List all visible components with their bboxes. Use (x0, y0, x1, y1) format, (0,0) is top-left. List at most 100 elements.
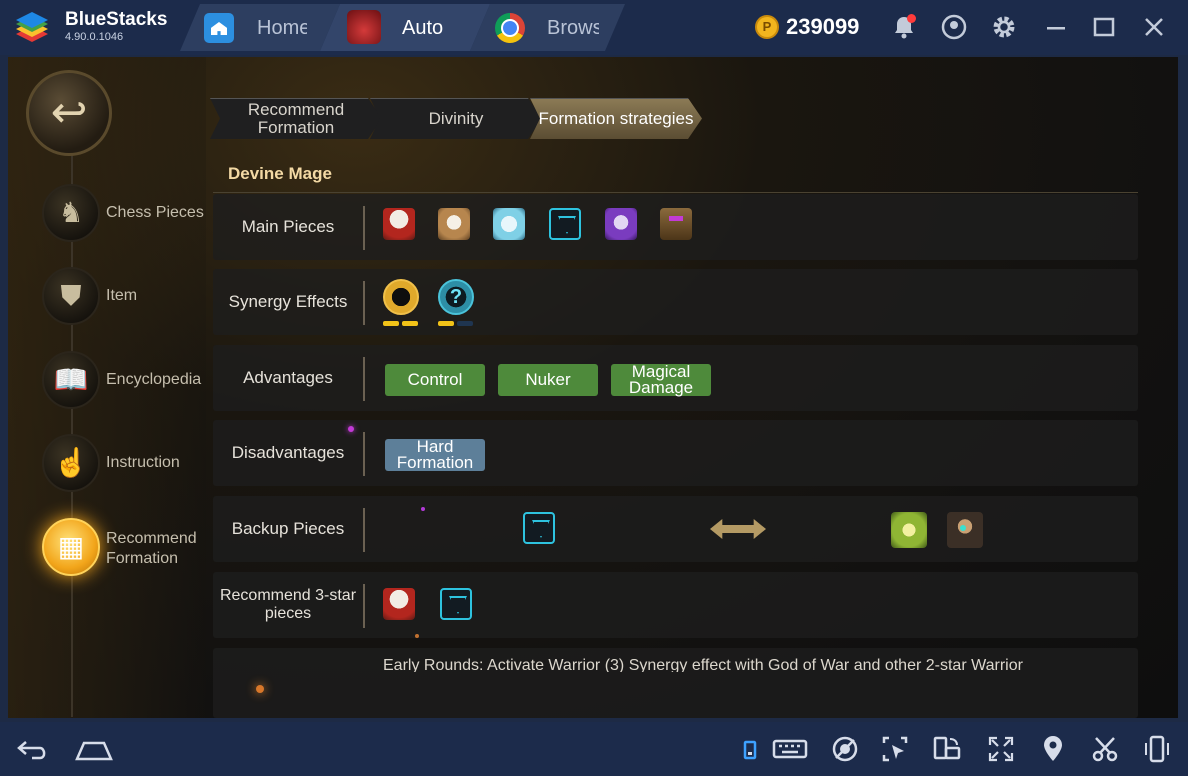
maximize-icon[interactable] (1090, 13, 1118, 41)
home-nav-icon[interactable] (74, 734, 114, 764)
row-separator (363, 508, 365, 552)
sidebar-item-encyclopedia[interactable]: 📖 Encyclopedia (42, 351, 212, 411)
chess-piece-icon[interactable] (523, 512, 555, 544)
sparkle-decoration (421, 507, 425, 511)
chrome-icon (495, 13, 525, 43)
app-name: BlueStacks (65, 9, 168, 30)
coin-icon: P (755, 15, 779, 39)
chess-piece-icon[interactable] (438, 208, 470, 240)
chess-piece-icon[interactable] (440, 588, 472, 620)
formation-title: Devine Mage (228, 164, 332, 183)
row-separator (363, 584, 365, 628)
tab-formation-strategies[interactable]: Formation strategies (530, 98, 702, 139)
row-separator (363, 206, 365, 250)
game-screen: ↩ ♞ Chess Pieces ⛊ Item 📖 Encyclopedia ☝… (8, 57, 1178, 718)
chess-piece-icon[interactable] (383, 208, 415, 240)
advantage-tag: Magical Damage (611, 363, 711, 396)
sparkle-decoration (256, 685, 264, 693)
fullscreen-icon[interactable] (986, 734, 1016, 764)
sidebar-item-chess-pieces[interactable]: ♞ Chess Pieces (42, 184, 212, 244)
armor-icon: ⛊ (42, 267, 100, 325)
pointer-icon: ☝ (42, 434, 100, 492)
strategy-text-content: Early Rounds: Activate Warrior (3) Syner… (383, 658, 1023, 672)
close-icon[interactable] (1140, 13, 1168, 41)
tab-auto[interactable]: Auto (320, 4, 490, 51)
back-button[interactable]: ↩ (26, 70, 112, 156)
tab-divinity[interactable]: Divinity (370, 98, 542, 139)
chess-knight-icon: ♞ (42, 184, 100, 242)
strategy-text: Early Rounds: Activate Warrior (3) Syner… (383, 658, 1143, 672)
app-version: 4.90.0.1046 (65, 31, 124, 43)
keyboard-icon[interactable] (772, 734, 808, 764)
advantage-tag: Control (385, 364, 485, 396)
tab-label: Recommend Formation (247, 100, 345, 137)
chess-piece-icon[interactable] (549, 208, 581, 240)
bell-icon[interactable] (890, 13, 918, 41)
sidebar-item-item[interactable]: ⛊ Item (42, 267, 212, 327)
book-icon: 📖 (42, 351, 100, 409)
tab-browser-label: Brows (547, 17, 599, 39)
chess-piece-icon[interactable] (947, 512, 983, 548)
bluestacks-logo-icon (16, 12, 48, 42)
row-separator (363, 357, 365, 401)
tab-auto-label: Auto (402, 17, 444, 39)
rotate-screen-icon[interactable] (932, 734, 962, 764)
synergy-level-bar (457, 321, 473, 326)
synergy-level-bar (438, 321, 454, 326)
formation-board-icon: ▦ (42, 518, 100, 576)
gear-icon[interactable] (990, 13, 1018, 41)
coin-count: 239099 (786, 14, 860, 39)
row-main-pieces: Main Pieces (213, 194, 1138, 260)
row-label: Synergy Effects (228, 292, 348, 311)
chess-piece-icon[interactable] (660, 208, 692, 240)
row-label: Main Pieces (241, 217, 335, 236)
swap-arrow-icon (710, 519, 766, 539)
auto-chess-icon (347, 10, 381, 44)
scissors-icon[interactable] (1090, 734, 1120, 764)
synergy-level-bar (402, 321, 418, 326)
sidebar-item-recommend-formation[interactable]: ▦ Recommend Formation (42, 518, 212, 578)
minimize-icon[interactable] (1042, 13, 1070, 41)
back-arrow-icon: ↩ (50, 88, 88, 137)
chess-piece-icon[interactable] (891, 512, 927, 548)
chess-piece-icon[interactable] (493, 208, 525, 240)
bottom-bar (0, 722, 1188, 776)
row-label: Recommend 3-star pieces (219, 587, 357, 622)
chess-piece-icon[interactable] (605, 208, 637, 240)
chess-piece-icon[interactable] (383, 588, 415, 620)
location-pin-icon[interactable] (1038, 734, 1068, 764)
tab-label: Formation strategies (538, 109, 694, 128)
row-label: Advantages (243, 368, 333, 387)
tab-label: Divinity (428, 109, 484, 128)
row-label: Disadvantages (231, 443, 345, 462)
back-nav-icon[interactable] (16, 734, 46, 764)
tab-recommend-formation[interactable]: Recommend Formation (210, 98, 382, 139)
eye-hide-icon[interactable] (830, 734, 860, 764)
advantage-tag: Nuker (498, 364, 598, 396)
title-divider (213, 192, 1138, 193)
account-icon[interactable] (940, 13, 968, 41)
row-synergy-effects: Synergy Effects ? (213, 269, 1138, 335)
device-shake-icon[interactable] (1142, 734, 1172, 764)
synergy-level-bar (383, 321, 399, 326)
synergy-mage-icon[interactable] (383, 279, 419, 315)
sidebar-item-label: Item (106, 287, 138, 304)
sidebar-item-label: Recommend Formation (106, 530, 197, 567)
synergy-god-icon[interactable]: ? (438, 279, 474, 315)
title-bar: BlueStacks 4.90.0.1046 Home Brows Auto P… (0, 0, 1188, 55)
sidebar-item-label: Chess Pieces (106, 204, 204, 221)
sidebar-item-instruction[interactable]: ☝ Instruction (42, 434, 212, 494)
home-icon (204, 13, 234, 43)
cursor-select-icon[interactable] (880, 734, 910, 764)
row-advantages: Advantages Control Nuker Magical Damage (213, 345, 1138, 411)
tab-browser[interactable]: Brows (470, 4, 625, 51)
sparkle-decoration (415, 634, 419, 638)
notification-dot (907, 14, 916, 23)
sidebar-item-label: Encyclopedia (106, 371, 202, 388)
keyboard-toggle-icon[interactable] (742, 734, 772, 764)
sparkle-decoration (348, 426, 354, 432)
tab-home-label: Home (257, 17, 307, 39)
tab-home[interactable]: Home (180, 4, 340, 51)
row-separator (363, 432, 365, 476)
sidebar-item-label: Instruction (106, 454, 180, 471)
